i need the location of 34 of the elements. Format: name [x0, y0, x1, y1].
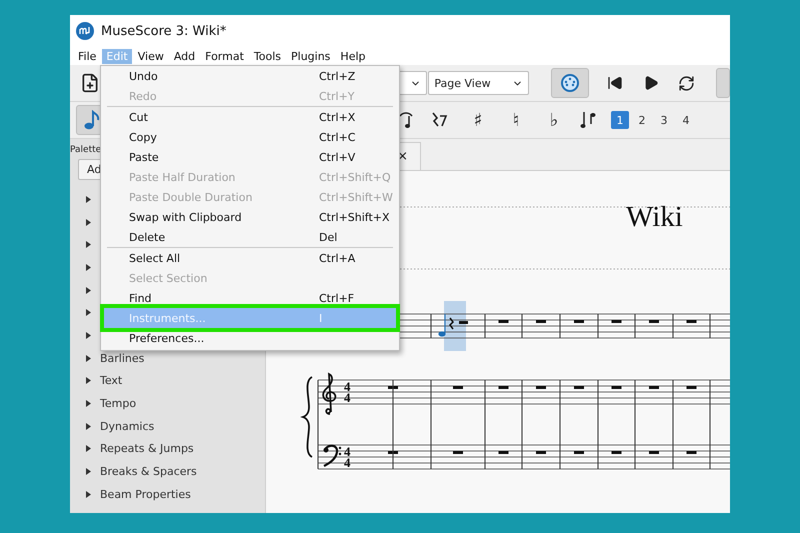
voice-button[interactable]: 1: [611, 111, 629, 129]
menu-option[interactable]: Cut Ctrl+X: [104, 107, 396, 127]
palette-item[interactable]: Tempo: [100, 397, 136, 410]
menu-item[interactable]: Plugins: [287, 48, 334, 64]
voice-button[interactable]: 4: [677, 111, 695, 129]
menu-option[interactable]: Select All Ctrl+A: [104, 248, 396, 268]
accidental-button[interactable]: ♭: [539, 110, 569, 130]
menu-item[interactable]: File: [74, 48, 100, 64]
palette-item[interactable]: Breaks & Spacers: [100, 465, 197, 478]
accidental-button[interactable]: ♮: [501, 110, 531, 130]
menu-item[interactable]: Add: [170, 48, 200, 64]
menu-option[interactable]: Paste Ctrl+V: [104, 147, 396, 167]
window-title: MuseScore 3: Wiki*: [101, 24, 226, 38]
menu-item[interactable]: Format: [201, 48, 248, 64]
menu-option[interactable]: Copy Ctrl+C: [104, 127, 396, 147]
menu-option[interactable]: Swap with Clipboard Ctrl+Shift+X: [104, 207, 396, 227]
voice-button[interactable]: 2: [633, 111, 651, 129]
palette-title: Palette: [70, 145, 102, 155]
menu-option[interactable]: Undo Ctrl+Z: [104, 66, 396, 86]
palette-item[interactable]: Dynamics: [100, 420, 154, 433]
menu-option[interactable]: Preferences...: [104, 328, 396, 348]
score-title[interactable]: Wiki: [626, 201, 683, 234]
menu-option[interactable]: Find Ctrl+F: [104, 288, 396, 308]
view-mode-dropdown[interactable]: Page View: [428, 71, 530, 95]
palette-item[interactable]: Beam Properties: [100, 488, 191, 501]
menu-item[interactable]: Tools: [250, 48, 286, 64]
menu-item[interactable]: Help: [336, 48, 370, 64]
palette-item[interactable]: Repeats & Jumps: [100, 442, 194, 456]
palette-item[interactable]: Barlines: [100, 352, 144, 365]
menu-option[interactable]: Delete Del: [104, 227, 396, 247]
palette-item[interactable]: Text: [100, 374, 122, 388]
voice-button[interactable]: 3: [655, 111, 673, 129]
accidental-button[interactable]: ♯: [463, 110, 493, 130]
menu-item[interactable]: View: [134, 48, 168, 64]
